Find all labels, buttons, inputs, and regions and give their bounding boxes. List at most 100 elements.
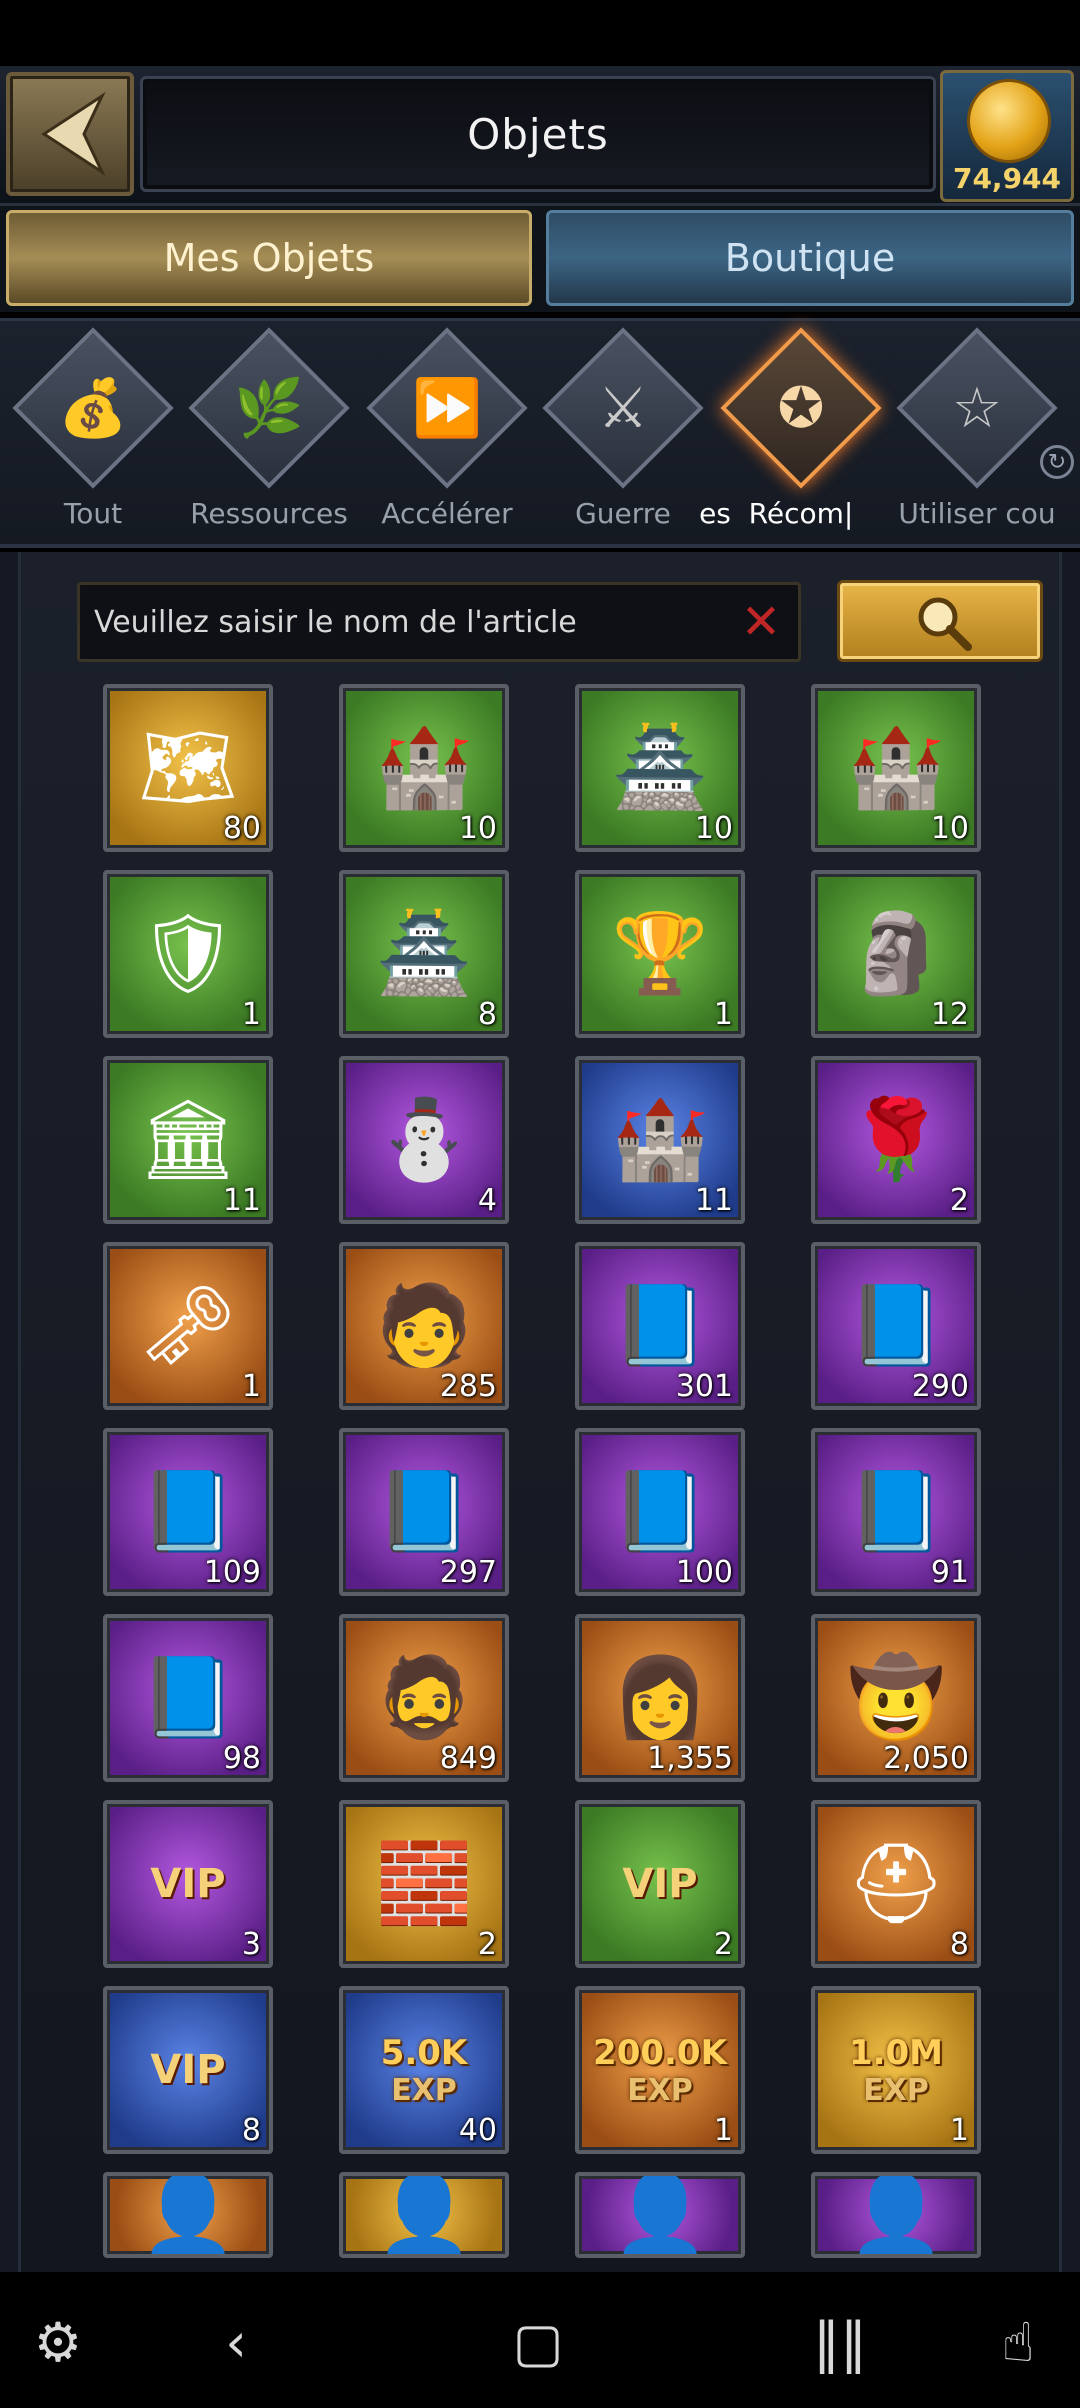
portrait-icon: 👤 [847, 2172, 945, 2258]
inventory-item[interactable]: 🧔 849 [339, 1614, 509, 1782]
category-rewards[interactable]: ✪ Récom| [716, 321, 886, 547]
gesture-lock-icon[interactable]: ☝ [986, 2310, 1050, 2374]
inventory-item[interactable]: ⛄ 4 [339, 1056, 509, 1224]
gold-coin-balance[interactable]: 74,944 [940, 70, 1074, 202]
item-quantity: 2 [477, 1927, 497, 1962]
search-input[interactable]: Veuillez saisir le nom de l'article ✕ [77, 582, 801, 662]
item-quantity: 1 [241, 1369, 261, 1404]
category-resources[interactable]: 🌿 Ressources [184, 321, 354, 547]
content-area: Veuillez saisir le nom de l'article ✕ 🗺 8… [0, 552, 1080, 2272]
inventory-item[interactable]: 1.0M EXP 1 [811, 1986, 981, 2154]
category-war[interactable]: ⚔ Guerre [538, 321, 708, 547]
inventory-item[interactable]: 200.0K EXP 1 [575, 1986, 745, 2154]
inventory-item[interactable]: 👤 [103, 2172, 273, 2258]
exp-amount-label: 200.0K [593, 2032, 727, 2073]
item-quantity: 1 [713, 2113, 733, 2148]
inventory-item[interactable]: 🗝 1 [103, 1242, 273, 1410]
item-quantity: 2 [713, 1927, 733, 1962]
item-quantity: 10 [458, 811, 497, 846]
inventory-item[interactable]: VIP 2 [575, 1800, 745, 1968]
title-plate: Objets [140, 76, 936, 192]
inventory-item[interactable]: 👩 1,355 [575, 1614, 745, 1782]
item-quantity: 3 [241, 1927, 261, 1962]
coin-amount: 74,944 [952, 162, 1062, 195]
inventory-item[interactable]: 👤 [339, 2172, 509, 2258]
inventory-item[interactable]: 🏰 11 [575, 1056, 745, 1224]
back-button[interactable] [6, 72, 134, 196]
item-quantity: 8 [949, 1927, 969, 1962]
category-label: Guerre [575, 497, 671, 530]
item-quantity: 91 [930, 1555, 969, 1590]
inventory-item[interactable]: 📘 297 [339, 1428, 509, 1596]
inventory-item[interactable]: 👤 [811, 2172, 981, 2258]
nav-recents-icon[interactable]: ‖‖ [808, 2310, 872, 2374]
item-quantity: 1,355 [647, 1741, 733, 1776]
nav-back-icon[interactable]: ‹ [204, 2310, 268, 2374]
inventory-item[interactable]: ⛑ 8 [811, 1800, 981, 1968]
item-quantity: 297 [439, 1555, 497, 1590]
inventory-item[interactable]: VIP 3 [103, 1800, 273, 1968]
inventory-item[interactable]: 📘 91 [811, 1428, 981, 1596]
item-quantity: 80 [222, 811, 261, 846]
item-quantity: 11 [694, 1183, 733, 1218]
item-quantity: 1 [949, 2113, 969, 2148]
inventory-item[interactable]: 🏆 1 [575, 870, 745, 1038]
inventory-item[interactable]: 👤 [575, 2172, 745, 2258]
inventory-item[interactable]: 🌹 2 [811, 1056, 981, 1224]
inventory-item[interactable]: 🤠 2,050 [811, 1614, 981, 1782]
inventory-item[interactable]: 🗿 12 [811, 870, 981, 1038]
inventory-item[interactable]: 🏯 8 [339, 870, 509, 1038]
inventory-item[interactable]: 🛡 1 [103, 870, 273, 1038]
item-quantity: 109 [203, 1555, 261, 1590]
crossed-swords-icon: ⚔ [597, 375, 649, 441]
inventory-item[interactable]: 🏰 10 [811, 684, 981, 852]
inventory-item[interactable]: 📘 98 [103, 1614, 273, 1782]
nav-home-icon[interactable]: ▢ [506, 2310, 570, 2374]
refresh-icon[interactable]: ↻ [1040, 445, 1074, 479]
inventory-item[interactable]: 🏰 10 [339, 684, 509, 852]
item-quantity: 1 [241, 997, 261, 1032]
item-quantity: 301 [675, 1369, 733, 1404]
search-button[interactable] [837, 580, 1043, 662]
category-bar: 💰 Tout 🌿 Ressources ⏩ Accélérer ⚔ Guerre… [0, 318, 1080, 548]
header: Objets 74,944 [0, 66, 1080, 206]
inventory-item[interactable]: 📘 109 [103, 1428, 273, 1596]
exp-amount-label: 5.0K [380, 2032, 468, 2073]
inventory-item[interactable]: 🗺 80 [103, 684, 273, 852]
item-quantity: 10 [694, 811, 733, 846]
inventory-item[interactable]: 5.0K EXP 40 [339, 1986, 509, 2154]
game-tools-icon[interactable]: ⚙ [26, 2310, 90, 2374]
category-speedup[interactable]: ⏩ Accélérer [362, 321, 532, 547]
item-quantity: 10 [930, 811, 969, 846]
inventory-item[interactable]: 🧱 2 [339, 1800, 509, 1968]
star-icon: ☆ [951, 375, 1003, 441]
portrait-icon: 👤 [611, 2172, 709, 2258]
item-quantity: 849 [439, 1741, 497, 1776]
inventory-item[interactable]: 🏯 10 [575, 684, 745, 852]
exp-word-label: EXP [863, 2072, 929, 2108]
inventory-item[interactable]: 🧑 285 [339, 1242, 509, 1410]
tab-shop[interactable]: Boutique [546, 210, 1074, 306]
item-quantity: 285 [439, 1369, 497, 1404]
portrait-icon: 👤 [375, 2172, 473, 2258]
inventory-item[interactable]: 🏛 11 [103, 1056, 273, 1224]
tab-bar: Mes Objets Boutique [0, 206, 1080, 312]
tab-my-items[interactable]: Mes Objets [6, 210, 532, 306]
page-title: Objets [467, 109, 609, 159]
item-quantity: 8 [477, 997, 497, 1032]
search-placeholder: Veuillez saisir le nom de l'article [94, 604, 577, 640]
category-label: Récom| [748, 497, 854, 530]
item-quantity: 2,050 [883, 1741, 969, 1776]
inventory-item[interactable]: VIP 8 [103, 1986, 273, 2154]
category-use[interactable]: ☆ Utiliser cou [892, 321, 1062, 547]
inventory-item[interactable]: 📘 290 [811, 1242, 981, 1410]
item-quantity: 2 [949, 1183, 969, 1218]
inventory-item[interactable]: 📘 301 [575, 1242, 745, 1410]
category-all[interactable]: 💰 Tout [8, 321, 178, 547]
content-frame: Veuillez saisir le nom de l'article ✕ 🗺 8… [18, 552, 1062, 2272]
inventory-item[interactable]: 📘 100 [575, 1428, 745, 1596]
category-label: Accélérer [381, 497, 513, 530]
item-quantity: 12 [930, 997, 969, 1032]
clear-icon[interactable]: ✕ [738, 598, 784, 646]
gold-coin-icon [967, 79, 1051, 163]
